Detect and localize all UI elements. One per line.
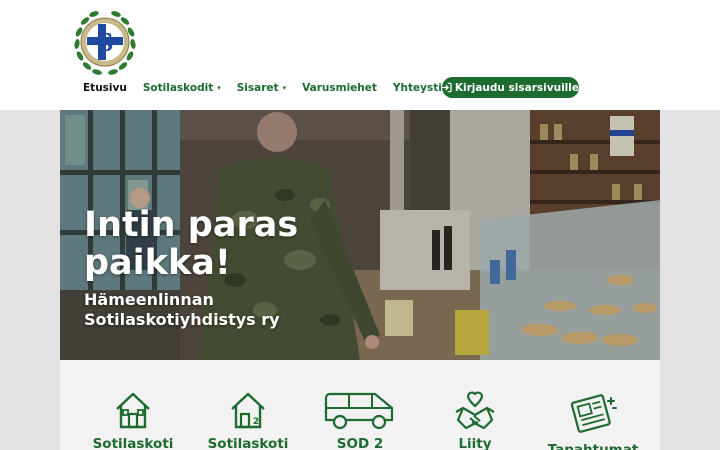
site-header: S Etusivu Sotilaskodit ▾ Sisaret ▾ Varus… <box>0 0 720 110</box>
nav-item-varusmiehet[interactable]: Varusmiehet <box>302 82 377 94</box>
newspaper-icon <box>570 394 617 433</box>
svg-text:2: 2 <box>253 417 259 427</box>
heart-hands-icon <box>455 391 495 430</box>
service-label: Tapahtumat <box>547 442 639 450</box>
hero-banner: Intin paras paikka! Hämeenlinnan Sotilas… <box>60 110 660 360</box>
chevron-down-icon: ▾ <box>217 84 221 92</box>
services-panel: Sotilaskoti 2 Sotilaskoti SOD 2 Liity Ta… <box>60 360 660 450</box>
service-label: Sotilaskoti <box>207 436 289 450</box>
service-card-sod2[interactable]: SOD 2 <box>305 360 415 450</box>
login-label: Kirjaudu sisarsivuille <box>454 81 579 94</box>
service-card-sotilaskoti-1[interactable]: Sotilaskoti <box>78 360 188 450</box>
service-card-liity[interactable]: Liity <box>420 360 530 450</box>
service-label: Liity <box>458 436 492 450</box>
logo[interactable]: S <box>67 6 143 79</box>
hero-subtitle: Hämeenlinnan Sotilaskotiyhdistys ry <box>84 290 280 329</box>
service-card-sotilaskoti-2[interactable]: 2 Sotilaskoti <box>193 360 303 450</box>
service-label: SOD 2 <box>336 436 384 450</box>
chevron-down-icon: ▾ <box>282 84 287 92</box>
hero-title: Intin paras paikka! <box>84 205 299 283</box>
nav-item-etusivu[interactable]: Etusivu <box>83 82 127 94</box>
nav-label: Varusmiehet <box>302 82 377 94</box>
nav-item-sotilaskodit[interactable]: Sotilaskodit ▾ <box>143 82 221 94</box>
nav-label: Sisaret <box>236 82 279 94</box>
svg-text:S: S <box>96 28 113 57</box>
nav-label: Sotilaskodit <box>142 82 214 94</box>
nav-label: Etusivu <box>83 82 127 94</box>
van-icon <box>324 392 394 430</box>
login-icon <box>442 82 452 93</box>
main-nav: Etusivu Sotilaskodit ▾ Sisaret ▾ Varusmi… <box>83 77 485 99</box>
house-2-icon: 2 <box>231 392 265 429</box>
house-icon <box>116 392 150 429</box>
service-label: Sotilaskoti <box>92 436 174 450</box>
service-card-tapahtumat[interactable]: Tapahtumat <box>538 360 648 450</box>
nav-item-sisaret[interactable]: Sisaret ▾ <box>237 82 286 94</box>
login-button[interactable]: Kirjaudu sisarsivuille <box>442 77 579 98</box>
